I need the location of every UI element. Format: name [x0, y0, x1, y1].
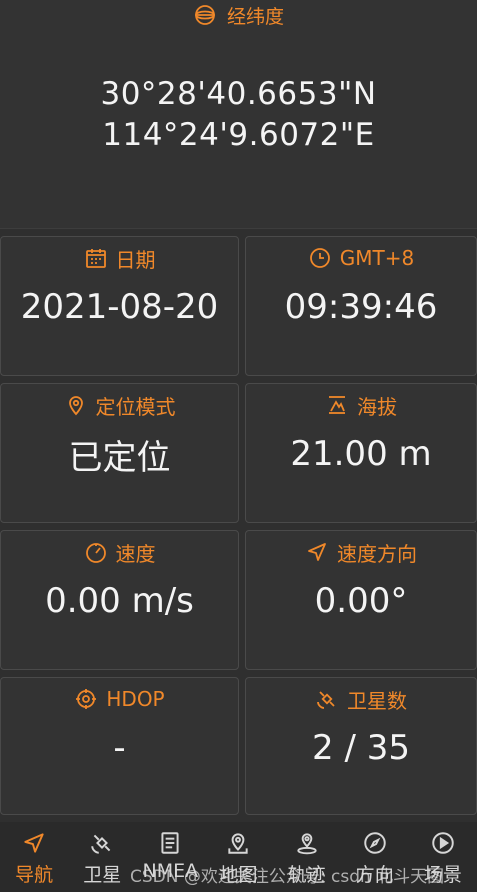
satellites-label: 卫星数: [347, 688, 407, 713]
satellite-icon: [315, 687, 339, 711]
direction-arrow-icon: [305, 540, 329, 564]
coordinate-panel: 经纬度 30°28'40.6653"N 114°24'9.6072"E: [0, 0, 477, 229]
card-fix-mode: 定位模式 已定位: [0, 383, 239, 523]
calendar-icon: [84, 246, 108, 270]
crosshair-icon: [74, 687, 98, 711]
satellite-icon: [89, 830, 115, 856]
nav-label: 卫星: [83, 864, 122, 886]
location-pin-icon: [64, 393, 88, 417]
hdop-value: -: [113, 728, 126, 768]
map-pin-icon: [225, 830, 251, 856]
time-value: 09:39:46: [284, 287, 438, 327]
compass-icon: [362, 830, 388, 856]
time-label: GMT+8: [339, 246, 415, 270]
altitude-icon: [325, 393, 349, 417]
coordinate-label: 经纬度: [226, 5, 284, 28]
date-value: 2021-08-20: [20, 287, 219, 327]
speed-label: 速度: [115, 541, 156, 566]
speed-value: 0.00 m/s: [45, 581, 194, 621]
date-label: 日期: [115, 247, 156, 272]
heading-label: 速度方向: [337, 541, 417, 566]
document-icon: [157, 830, 183, 856]
heading-value: 0.00°: [314, 581, 408, 621]
watermark-text: CSDN @欢迎关注公众号: csdn 北斗天图: [130, 867, 445, 887]
card-satellites: 卫星数 2 / 35: [245, 677, 477, 815]
card-time: GMT+8 09:39:46: [245, 236, 477, 376]
nav-item-satellite[interactable]: 卫星: [68, 822, 136, 892]
globe-icon: [193, 3, 217, 27]
speedometer-icon: [84, 540, 108, 564]
coordinate-header: 经纬度: [0, 0, 477, 30]
clock-icon: [308, 246, 332, 270]
card-speed: 速度 0.00 m/s: [0, 530, 239, 670]
satellites-value: 2 / 35: [312, 728, 410, 768]
nav-label: 导航: [15, 864, 54, 886]
play-icon: [430, 830, 456, 856]
card-altitude: 海拔 21.00 m: [245, 383, 477, 523]
latitude-value: 30°28'40.6653"N: [100, 76, 377, 112]
altitude-label: 海拔: [357, 394, 397, 419]
altitude-value: 21.00 m: [290, 434, 432, 474]
hdop-label: HDOP: [106, 687, 165, 711]
nav-item-navigation[interactable]: 导航: [0, 822, 68, 892]
coordinate-values: 30°28'40.6653"N 114°24'9.6072"E: [0, 74, 477, 156]
card-date: 日期 2021-08-20: [0, 236, 239, 376]
navigation-arrow-icon: [21, 830, 47, 856]
track-pin-icon: [294, 830, 320, 856]
card-heading: 速度方向 0.00°: [245, 530, 477, 670]
card-hdop: HDOP -: [0, 677, 239, 815]
longitude-value: 114°24'9.6072"E: [102, 117, 375, 153]
fix-mode-value: 已定位: [68, 437, 171, 478]
fix-mode-label: 定位模式: [95, 394, 176, 419]
